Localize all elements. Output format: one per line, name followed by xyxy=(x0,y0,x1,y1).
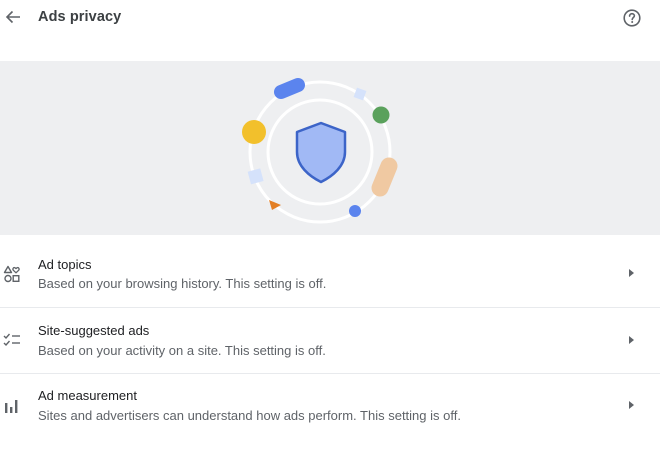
help-circle-icon xyxy=(623,9,641,27)
help-button[interactable] xyxy=(620,6,644,30)
ad-measurement-title: Ad measurement xyxy=(38,388,137,403)
shapes-icon xyxy=(3,265,20,283)
list-item-site-suggested-ads[interactable]: Site-suggested ads Based on your activit… xyxy=(0,307,660,373)
shield-privacy-illustration xyxy=(242,78,398,224)
chevron-right-icon xyxy=(629,401,634,409)
arrow-back-icon xyxy=(5,10,20,24)
list-item-ad-topics[interactable]: Ad topics Based on your browsing history… xyxy=(0,242,660,307)
site-suggested-ads-subtitle: Based on your activity on a site. This s… xyxy=(38,343,326,358)
hero-banner xyxy=(0,61,660,235)
checklist-icon xyxy=(3,333,20,347)
page-header: Ads privacy xyxy=(0,0,660,61)
ad-topics-subtitle: Based on your browsing history. This set… xyxy=(38,276,327,291)
back-button[interactable] xyxy=(2,6,24,28)
chevron-right-icon xyxy=(629,336,634,344)
ad-topics-title: Ad topics xyxy=(38,257,92,272)
site-suggested-ads-title: Site-suggested ads xyxy=(38,323,150,338)
chevron-right-icon xyxy=(629,269,634,277)
bar-chart-icon xyxy=(5,400,18,413)
ad-measurement-subtitle: Sites and advertisers can understand how… xyxy=(38,408,461,423)
page-title: Ads privacy xyxy=(38,9,122,25)
list-item-ad-measurement[interactable]: Ad measurement Sites and advertisers can… xyxy=(0,373,660,439)
settings-list: Ad topics Based on your browsing history… xyxy=(0,242,660,439)
